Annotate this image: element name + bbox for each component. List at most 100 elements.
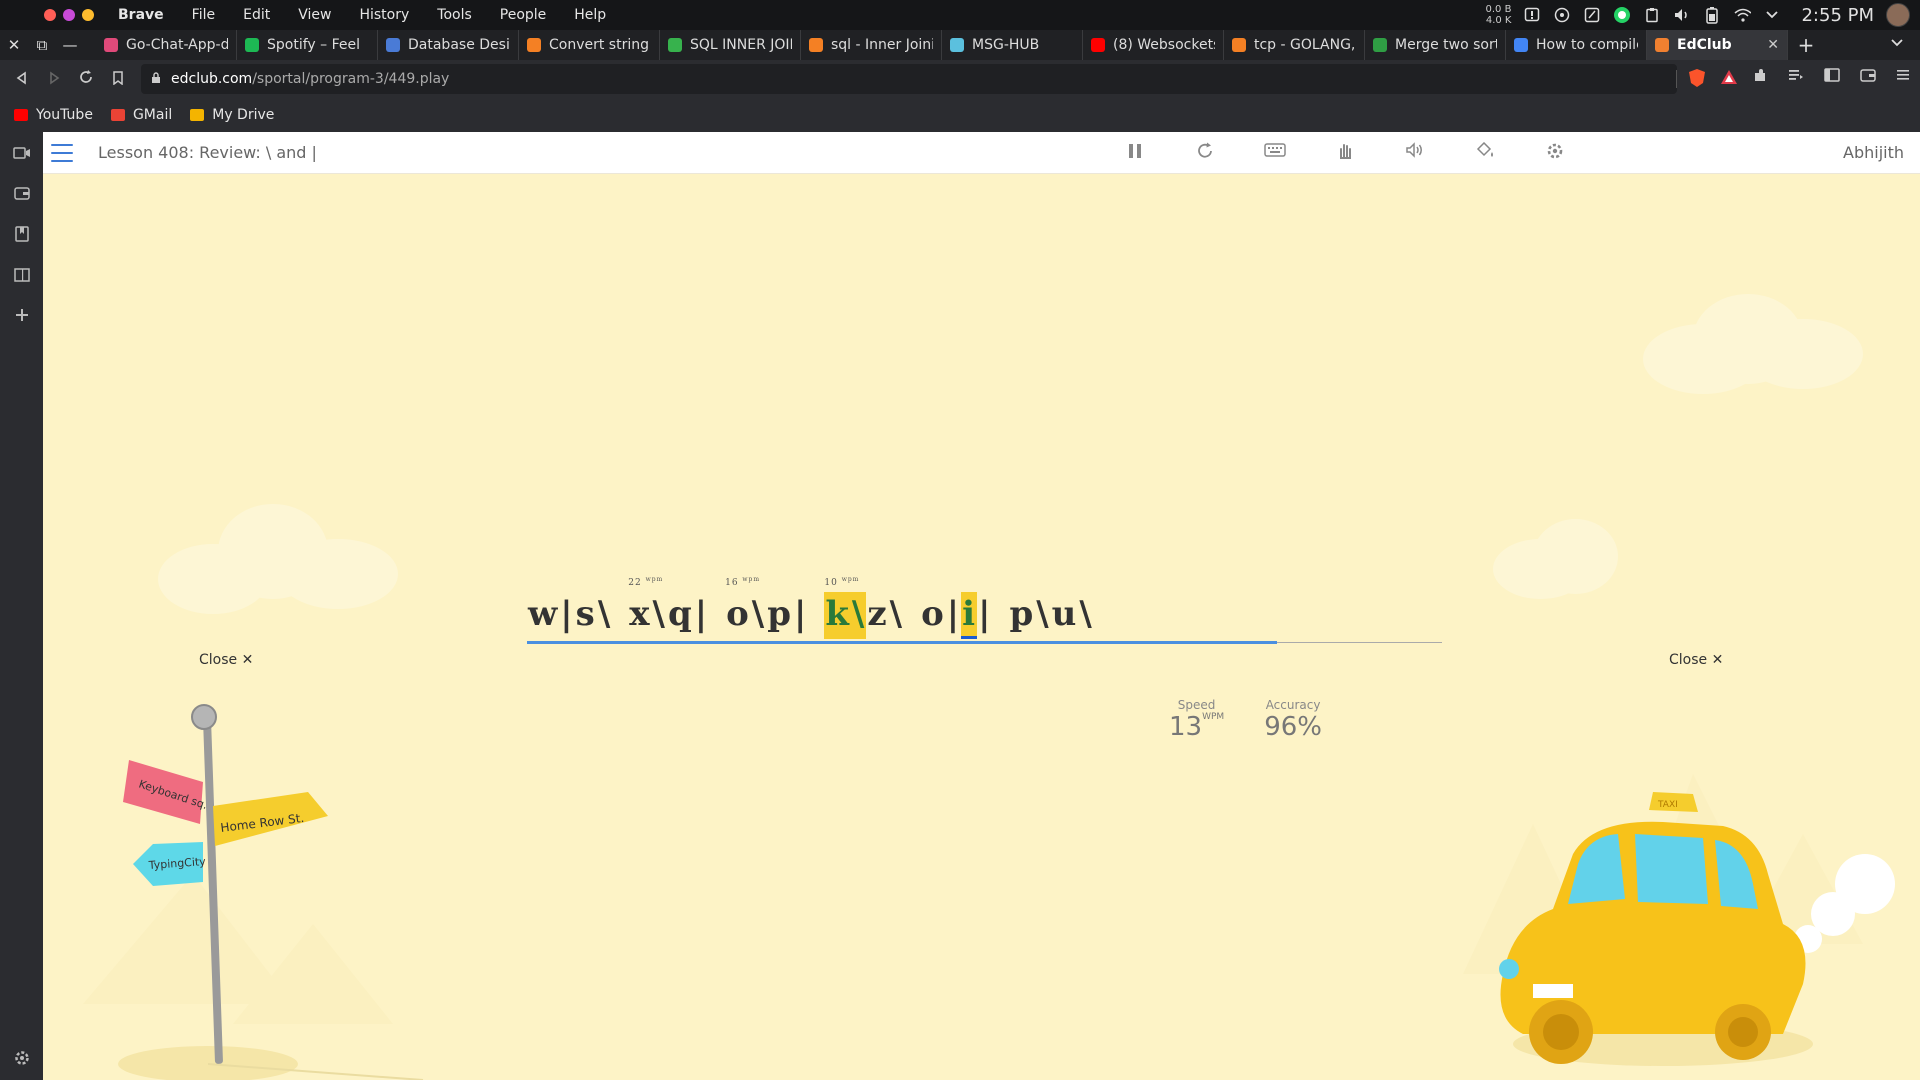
- typing-char: o: [726, 594, 750, 634]
- brave-shield-icon[interactable]: [1688, 68, 1706, 92]
- tab-list: Go-Chat-App-d Spotify – Feel Database Desi…: [96, 30, 1788, 60]
- tab-bar: ✕ ⧉ — Go-Chat-App-d Spotify – Feel Databas…: [0, 30, 1920, 60]
- settings-gear-icon[interactable]: [1543, 142, 1567, 165]
- menu-help[interactable]: Help: [574, 7, 606, 23]
- pause-icon[interactable]: [1123, 142, 1147, 165]
- tab-item[interactable]: tcp - GOLANG, H: [1224, 30, 1365, 60]
- minimize-window-button[interactable]: [63, 9, 75, 21]
- menu-edit[interactable]: Edit: [243, 7, 270, 23]
- volume-icon[interactable]: [1673, 6, 1691, 24]
- keyboard-icon[interactable]: [1263, 142, 1287, 165]
- sidebar-settings-icon[interactable]: [14, 1050, 30, 1070]
- typing-word: 22 wpm x \ q |: [628, 576, 709, 639]
- menu-people[interactable]: People: [500, 7, 547, 23]
- user-name[interactable]: Abhijith: [1843, 143, 1904, 162]
- video-icon[interactable]: [12, 146, 31, 164]
- hand-icon[interactable]: [1333, 142, 1357, 165]
- back-button[interactable]: [6, 70, 38, 89]
- typing-word: w | s \: [527, 592, 612, 639]
- typing-char: x: [629, 594, 651, 634]
- bookmark-item[interactable]: My Drive: [190, 107, 274, 123]
- minimize-icon[interactable]: —: [56, 36, 84, 54]
- app-header: Lesson 408: Review: \ and | Abhijith: [43, 132, 1920, 174]
- typing-word: p \ u \: [1008, 592, 1093, 639]
- extension-toolbar: [1752, 68, 1910, 88]
- tab-item[interactable]: Go-Chat-App-d: [96, 30, 237, 60]
- reading-list-icon[interactable]: [13, 268, 30, 286]
- tab-item[interactable]: SQL INNER JOIN: [660, 30, 801, 60]
- tab-favicon-icon: [1514, 38, 1528, 52]
- tab-item[interactable]: Convert string t: [519, 30, 660, 60]
- restore-icon[interactable]: ⧉: [28, 36, 56, 54]
- add-panel-icon[interactable]: [15, 308, 29, 326]
- new-tab-button[interactable]: +: [1788, 33, 1824, 57]
- bookmark-item[interactable]: YouTube: [14, 107, 93, 123]
- tab-item[interactable]: sql - Inner Joini: [801, 30, 942, 60]
- menu-view[interactable]: View: [298, 7, 331, 23]
- whatsapp-icon[interactable]: [1613, 6, 1631, 24]
- menu-file[interactable]: File: [192, 7, 215, 23]
- url-bar[interactable]: edclub.com/sportal/program-3/449.play: [141, 64, 1677, 94]
- wifi-icon[interactable]: [1733, 6, 1752, 24]
- url-path: /sportal/program-3/449.play: [252, 71, 450, 87]
- typing-char: p: [767, 594, 792, 634]
- browser-menu-icon[interactable]: [1896, 68, 1910, 88]
- user-avatar[interactable]: [1886, 3, 1910, 27]
- bookmark-label: YouTube: [36, 107, 93, 123]
- extensions-icon[interactable]: [1752, 68, 1768, 88]
- tab-item[interactable]: Spotify – Feel: [237, 30, 378, 60]
- typing-char: s: [575, 594, 596, 634]
- tab-favicon-icon: [1373, 38, 1387, 52]
- notes-icon[interactable]: [1583, 6, 1601, 24]
- word-line: w | s \ 22 wpm x \ q | 16 wpm o \ p | 10 wpm k \ z \ o | i | p \…: [527, 576, 1442, 639]
- forward-button[interactable]: [38, 70, 70, 89]
- tab-favicon-icon: [1232, 38, 1246, 52]
- lock-icon[interactable]: [151, 71, 161, 88]
- tab-item[interactable]: Database Desig: [378, 30, 519, 60]
- alert-icon[interactable]: [1523, 6, 1541, 24]
- tab-item[interactable]: EdClub ✕: [1647, 30, 1788, 60]
- typing-char: \: [889, 594, 904, 634]
- word-wpm: 16 wpm: [725, 576, 761, 588]
- close-window-button[interactable]: [44, 9, 56, 21]
- playlist-icon[interactable]: [1788, 68, 1804, 88]
- disc-icon[interactable]: [1553, 6, 1571, 24]
- tab-item[interactable]: How to compile: [1506, 30, 1647, 60]
- tab-close-icon[interactable]: ✕: [1767, 37, 1779, 53]
- tab-item[interactable]: MSG-HUB: [942, 30, 1083, 60]
- tab-favicon-icon: [245, 38, 259, 52]
- tab-item[interactable]: (8) Websockets: [1083, 30, 1224, 60]
- bookmark-button[interactable]: [102, 70, 134, 89]
- tab-search-icon[interactable]: [1890, 36, 1904, 52]
- sidebar-toggle-icon[interactable]: [1824, 68, 1840, 88]
- tab-favicon-icon: [527, 38, 541, 52]
- reload-button[interactable]: [70, 69, 102, 89]
- menu-history[interactable]: History: [359, 7, 409, 23]
- bookmark-item[interactable]: GMail: [110, 107, 172, 123]
- theme-bucket-icon[interactable]: [1473, 141, 1497, 165]
- hamburger-menu-icon[interactable]: [51, 144, 73, 162]
- menu-tools[interactable]: Tools: [437, 7, 472, 23]
- typing-area[interactable]: w | s \ 22 wpm x \ q | 16 wpm o \ p | 10 wpm k \ z \ o | i | p \…: [527, 576, 1442, 647]
- maximize-window-button[interactable]: [82, 9, 94, 21]
- tab-favicon-icon: [386, 38, 400, 52]
- wallet-icon[interactable]: [1860, 68, 1876, 88]
- wallet-sidebar-icon[interactable]: [13, 186, 30, 204]
- sound-icon[interactable]: [1403, 142, 1427, 165]
- tab-title: MSG-HUB: [972, 37, 1040, 53]
- clipboard-icon[interactable]: [1643, 6, 1661, 24]
- close-icon[interactable]: ✕: [0, 36, 28, 54]
- menu-brave[interactable]: Brave: [118, 7, 164, 23]
- chevron-down-icon[interactable]: [1763, 6, 1781, 24]
- bookmarks-sidebar-icon[interactable]: [14, 226, 29, 246]
- close-right-button[interactable]: Close ✕: [1669, 652, 1723, 668]
- system-tray: 0.0 B 4.0 K 2:55 PM: [1486, 0, 1920, 30]
- brave-rewards-icon[interactable]: [1720, 68, 1738, 92]
- typing-char: u: [1051, 594, 1078, 634]
- battery-icon: [1703, 6, 1721, 24]
- close-left-button[interactable]: Close ✕: [199, 652, 253, 668]
- clock: 2:55 PM: [1801, 4, 1874, 26]
- restart-icon[interactable]: [1193, 142, 1217, 165]
- tab-item[interactable]: Merge two sort: [1365, 30, 1506, 60]
- net-down: 4.0 K: [1485, 15, 1512, 26]
